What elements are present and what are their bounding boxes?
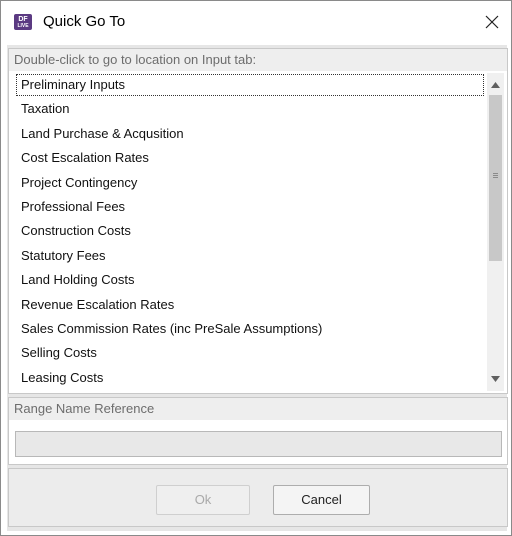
ok-button[interactable]: Ok	[156, 485, 250, 515]
range-name-label: Range Name Reference	[9, 398, 507, 420]
list-item[interactable]: Land Purchase & Acqusition	[15, 122, 485, 146]
list-item[interactable]: Land Holding Costs	[15, 268, 485, 292]
cancel-button[interactable]: Cancel	[273, 485, 370, 515]
vertical-scrollbar[interactable]	[487, 73, 504, 391]
location-panel: Double-click to go to location on Input …	[8, 48, 508, 394]
app-logo-icon: DF LIVE	[14, 14, 32, 30]
list-item[interactable]: Revenue Escalation Rates	[15, 293, 485, 317]
chevron-up-icon	[491, 82, 500, 88]
app-icon-text-bottom: LIVE	[17, 23, 29, 29]
range-name-field[interactable]	[15, 431, 502, 457]
location-list: Preliminary Inputs Taxation Land Purchase …	[15, 73, 485, 390]
list-item[interactable]: Construction Costs	[15, 219, 485, 243]
range-name-section: Range Name Reference	[8, 397, 508, 465]
list-item[interactable]: Selling Costs	[15, 341, 485, 365]
quick-go-to-dialog: DF LIVE Quick Go To Double-click to go t…	[0, 0, 512, 536]
list-instruction: Double-click to go to location on Input …	[9, 49, 507, 71]
window-title: Quick Go To	[43, 13, 126, 30]
list-item[interactable]: Taxation	[15, 97, 485, 121]
grip-icon	[493, 173, 498, 178]
list-item[interactable]: Statutory Fees	[15, 244, 485, 268]
scroll-down-button[interactable]	[487, 371, 504, 388]
close-button[interactable]	[477, 7, 507, 37]
scroll-thumb[interactable]	[489, 95, 502, 261]
dialog-body: Double-click to go to location on Input …	[7, 45, 508, 531]
list-item[interactable]: Preliminary Inputs	[15, 73, 485, 97]
title-bar: DF LIVE Quick Go To	[1, 1, 511, 45]
location-listbox[interactable]: Preliminary Inputs Taxation Land Purchase …	[15, 73, 505, 391]
list-item[interactable]: Project Contingency	[15, 171, 485, 195]
list-item[interactable]: Leasing Costs	[15, 366, 485, 390]
list-item[interactable]: Cost Escalation Rates	[15, 146, 485, 170]
list-item[interactable]: Sales Commission Rates (inc PreSale Assu…	[15, 317, 485, 341]
scroll-up-button[interactable]	[487, 77, 504, 94]
button-bar: Ok Cancel	[8, 468, 508, 527]
close-icon	[485, 15, 499, 29]
chevron-down-icon	[491, 376, 500, 382]
list-item[interactable]: Professional Fees	[15, 195, 485, 219]
